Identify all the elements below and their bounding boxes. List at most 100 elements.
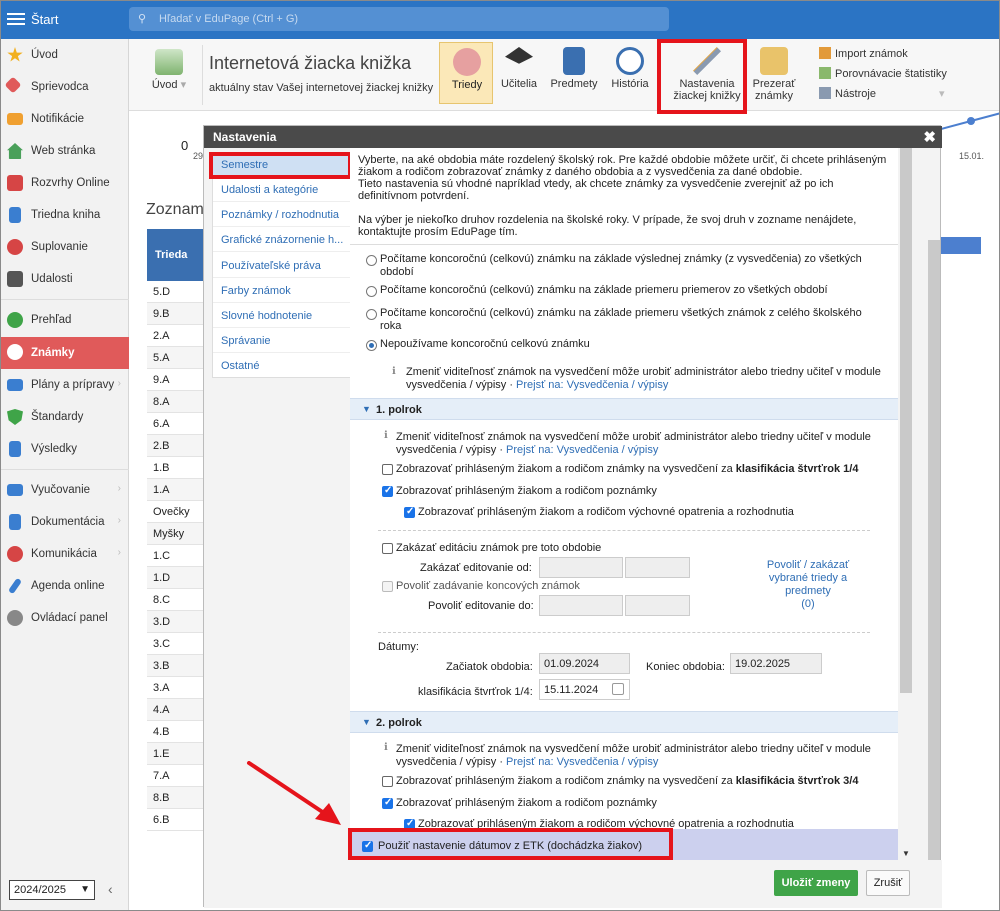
vysvedcenia-link[interactable]: Prejsť na: Vysvedčenia / výpisy [506,756,658,768]
koniec-date[interactable]: 19.02.2025 [730,653,822,674]
zakazat-od-date[interactable] [539,557,623,578]
nav-poznamky[interactable]: Poznámky / rozhodnutia [213,203,353,227]
scrollbar-thumb[interactable] [900,148,912,693]
povolit-zakazat-link[interactable]: Povoliť / zakázať vybrané triedy a predm… [758,559,858,611]
sidebar-item-sprievodca[interactable]: Sprievodca [1,72,129,102]
table-row[interactable]: 3.B [147,655,203,677]
sidebar-item-agenda[interactable]: Agenda online [1,571,129,601]
checkbox-vysvedcenie-2[interactable] [382,776,393,787]
povolit-do-time[interactable] [625,595,690,616]
dialog-scrollbar[interactable] [927,148,941,883]
section-1-polrok[interactable]: ▼ 1. polrok [350,398,898,420]
content-scrollbar[interactable]: ▼ [898,148,914,860]
table-row[interactable]: 5.A [147,347,203,369]
import-znamok-item[interactable]: Import známok [819,47,908,60]
triedy-button[interactable]: Triedy [439,42,493,104]
sidebar-item-ovladaci-panel[interactable]: Ovládací panel [1,603,129,633]
section-2-polrok[interactable]: ▼ 2. polrok [350,711,898,733]
nav-graficke[interactable]: Grafické znázornenie h... [213,228,353,252]
save-button[interactable]: Uložiť zmeny [774,870,858,896]
sidebar-item-web-stranka[interactable]: Web stránka [1,136,129,166]
table-row[interactable]: 5.D [147,281,203,303]
table-row[interactable]: 6.A [147,413,203,435]
cancel-button[interactable]: Zrušiť [866,870,910,896]
start-label[interactable]: Štart [31,12,58,27]
checkbox-povolit[interactable] [382,581,393,592]
vysvedcenia-link[interactable]: Prejsť na: Vysvedčenia / výpisy [506,444,658,456]
table-row[interactable]: 1.E [147,743,203,765]
nav-ostatne[interactable]: Ostatné [213,354,353,378]
table-row[interactable]: 7.A [147,765,203,787]
checkbox-zakazat[interactable] [382,543,393,554]
nav-udalosti[interactable]: Udalosti a kategórie [213,178,353,202]
sidebar-item-komunikacia[interactable]: Komunikácia › [1,539,129,569]
nav-prava[interactable]: Používateľské práva [213,254,353,278]
radio-vysledna[interactable] [366,255,377,266]
sidebar-item-prehlad[interactable]: Prehľad [1,305,129,335]
table-row[interactable]: 8.C [147,589,203,611]
table-row[interactable]: Ovečky [147,501,203,523]
sidebar-item-triedna-kniha[interactable]: Triedna kniha [1,200,129,230]
checkbox-opatrenia-1[interactable] [404,506,415,518]
intro-text: kontaktujte prosím EduPage tím. [358,226,518,238]
table-row[interactable]: 1.C [147,545,203,567]
vysvedcenia-link[interactable]: Prejsť na: Vysvedčenia / výpisy [516,379,668,391]
radio-priemer-vsetkych[interactable] [366,309,377,320]
sidebar-item-vyucovanie[interactable]: Vyučovanie › [1,475,129,505]
table-row[interactable]: 1.A [147,479,203,501]
table-row[interactable]: 9.A [147,369,203,391]
table-row[interactable]: 4.B [147,721,203,743]
sidebar-item-znamky[interactable]: Známky [1,337,129,369]
table-row[interactable]: 1.D [147,567,203,589]
klasifikacia-date[interactable]: 15.11.2024 [539,679,630,700]
sidebar-item-standardy[interactable]: Štandardy [1,402,129,432]
nav-spravanie[interactable]: Správanie [213,329,353,353]
ucitelia-button[interactable]: Učitelia [499,47,539,90]
radio-priemer-priemerov[interactable] [366,286,377,297]
scrollbar-thumb[interactable] [928,240,940,880]
prezerat-button[interactable]: Prezerať známky [749,47,799,102]
sidebar-item-rozvrhy[interactable]: Rozvrhy Online [1,168,129,198]
table-row[interactable]: 9.B [147,303,203,325]
table-row[interactable]: 3.D [147,611,203,633]
scroll-down-icon[interactable]: ▼ [902,849,910,858]
uvod-button[interactable]: Úvod ▾ [149,49,189,91]
checkbox-poznamky-1[interactable] [382,485,393,497]
sidebar-item-vysledky[interactable]: Výsledky [1,434,129,464]
sidebar-item-uvod[interactable]: Úvod [1,40,129,70]
table-row[interactable]: 1.B [147,457,203,479]
radio-nepouzivame[interactable] [366,340,377,351]
sidebar-item-suplovanie[interactable]: Suplovanie [1,232,129,262]
predmety-button[interactable]: Predmety [549,47,599,90]
table-row[interactable]: 3.C [147,633,203,655]
zaciatok-date[interactable]: 01.09.2024 [539,653,630,674]
porovnavacie-label: Porovnávacie štatistiky [835,68,947,80]
nav-farby[interactable]: Farby známok [213,279,353,303]
checkbox-vysvedcenie-1[interactable] [382,464,393,475]
sidebar-item-notifikacie[interactable]: Notifikácie [1,104,129,134]
table-row[interactable]: 3.A [147,677,203,699]
hamburger-menu-icon[interactable] [7,10,25,28]
zakazat-od-time[interactable] [625,557,690,578]
sidebar-item-dokumentacia[interactable]: Dokumentácia › [1,507,129,537]
table-row[interactable]: 8.B [147,787,203,809]
table-row[interactable]: 8.A [147,391,203,413]
nav-slovne[interactable]: Slovné hodnotenie [213,304,353,328]
search-input[interactable]: ⚲ Hľadať v EduPage (Ctrl + G) [129,7,669,31]
povolit-do-date[interactable] [539,595,623,616]
table-row[interactable]: 2.A [147,325,203,347]
close-icon[interactable]: ✖ [923,128,936,146]
porovnavacie-statistiky-item[interactable]: Porovnávacie štatistiky [819,67,947,80]
table-row[interactable]: 4.A [147,699,203,721]
table-row[interactable]: Myšky [147,523,203,545]
collapse-sidebar-icon[interactable]: ‹ [108,881,113,897]
table-row[interactable]: 6.B [147,809,203,831]
calendar-icon[interactable] [612,683,624,695]
sidebar-item-udalosti[interactable]: Udalosti [1,264,129,294]
school-year-select[interactable]: 2024/2025 ▼ [9,880,95,900]
historia-button[interactable]: História [609,47,651,90]
sidebar-item-plany[interactable]: Plány a prípravy › [1,370,129,400]
table-row[interactable]: 2.B [147,435,203,457]
nastroje-item[interactable]: Nástroje ▾ [819,87,945,100]
checkbox-poznamky-2[interactable] [382,797,393,809]
